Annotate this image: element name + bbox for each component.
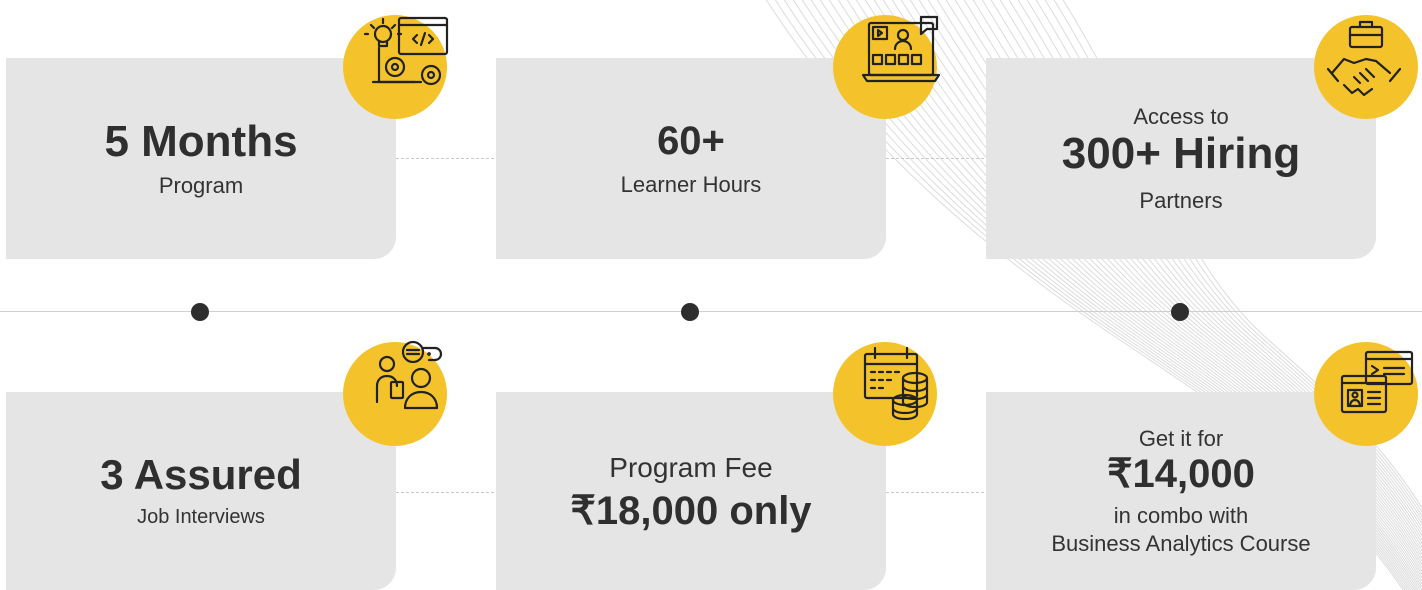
card-subtitle-2: Business Analytics Course: [1051, 530, 1311, 556]
connector-dash-1: [396, 158, 494, 159]
connector-dash-3: [396, 492, 494, 493]
card-title: 300+ Hiring: [1061, 129, 1301, 179]
connector-dash-2: [886, 158, 984, 159]
card-title: ₹14,000: [1107, 452, 1255, 497]
card-subtitle: Program: [158, 172, 244, 198]
idea-code-gears-icon: [343, 15, 449, 119]
timeline-dot-3: [1171, 303, 1189, 321]
calendar-coins-icon: [833, 342, 937, 446]
feature-card-duration: 5 Months Program: [6, 58, 396, 259]
card-prefix: Access to: [1133, 103, 1229, 129]
feature-card-program-fee: Program Fee ₹18,000 only: [496, 392, 886, 590]
timeline-dot-1: [191, 303, 209, 321]
card-subtitle: in combo with: [1113, 503, 1249, 529]
timeline-divider: [0, 311, 1422, 312]
card-prefix: Get it for: [1138, 425, 1224, 451]
card-title: 60+: [657, 118, 725, 163]
card-subtitle: Job Interviews: [137, 505, 265, 528]
card-prefix: Program Fee: [609, 451, 773, 483]
card-title: ₹18,000 only: [570, 488, 812, 533]
card-title: 5 Months: [104, 116, 298, 166]
connector-dash-4: [886, 492, 984, 493]
card-subtitle: Learner Hours: [620, 171, 762, 197]
card-subtitle: Partners: [1139, 187, 1223, 213]
interview-chat-icon: [343, 340, 447, 446]
handshake-briefcase-icon: [1314, 15, 1418, 119]
feature-card-interviews: 3 Assured Job Interviews: [6, 392, 396, 590]
timeline-dot-2: [681, 303, 699, 321]
card-title: 3 Assured: [100, 451, 302, 499]
online-video-learning-icon: [833, 15, 941, 119]
code-browser-icon: [1314, 342, 1418, 446]
feature-card-hours: 60+ Learner Hours: [496, 58, 886, 259]
